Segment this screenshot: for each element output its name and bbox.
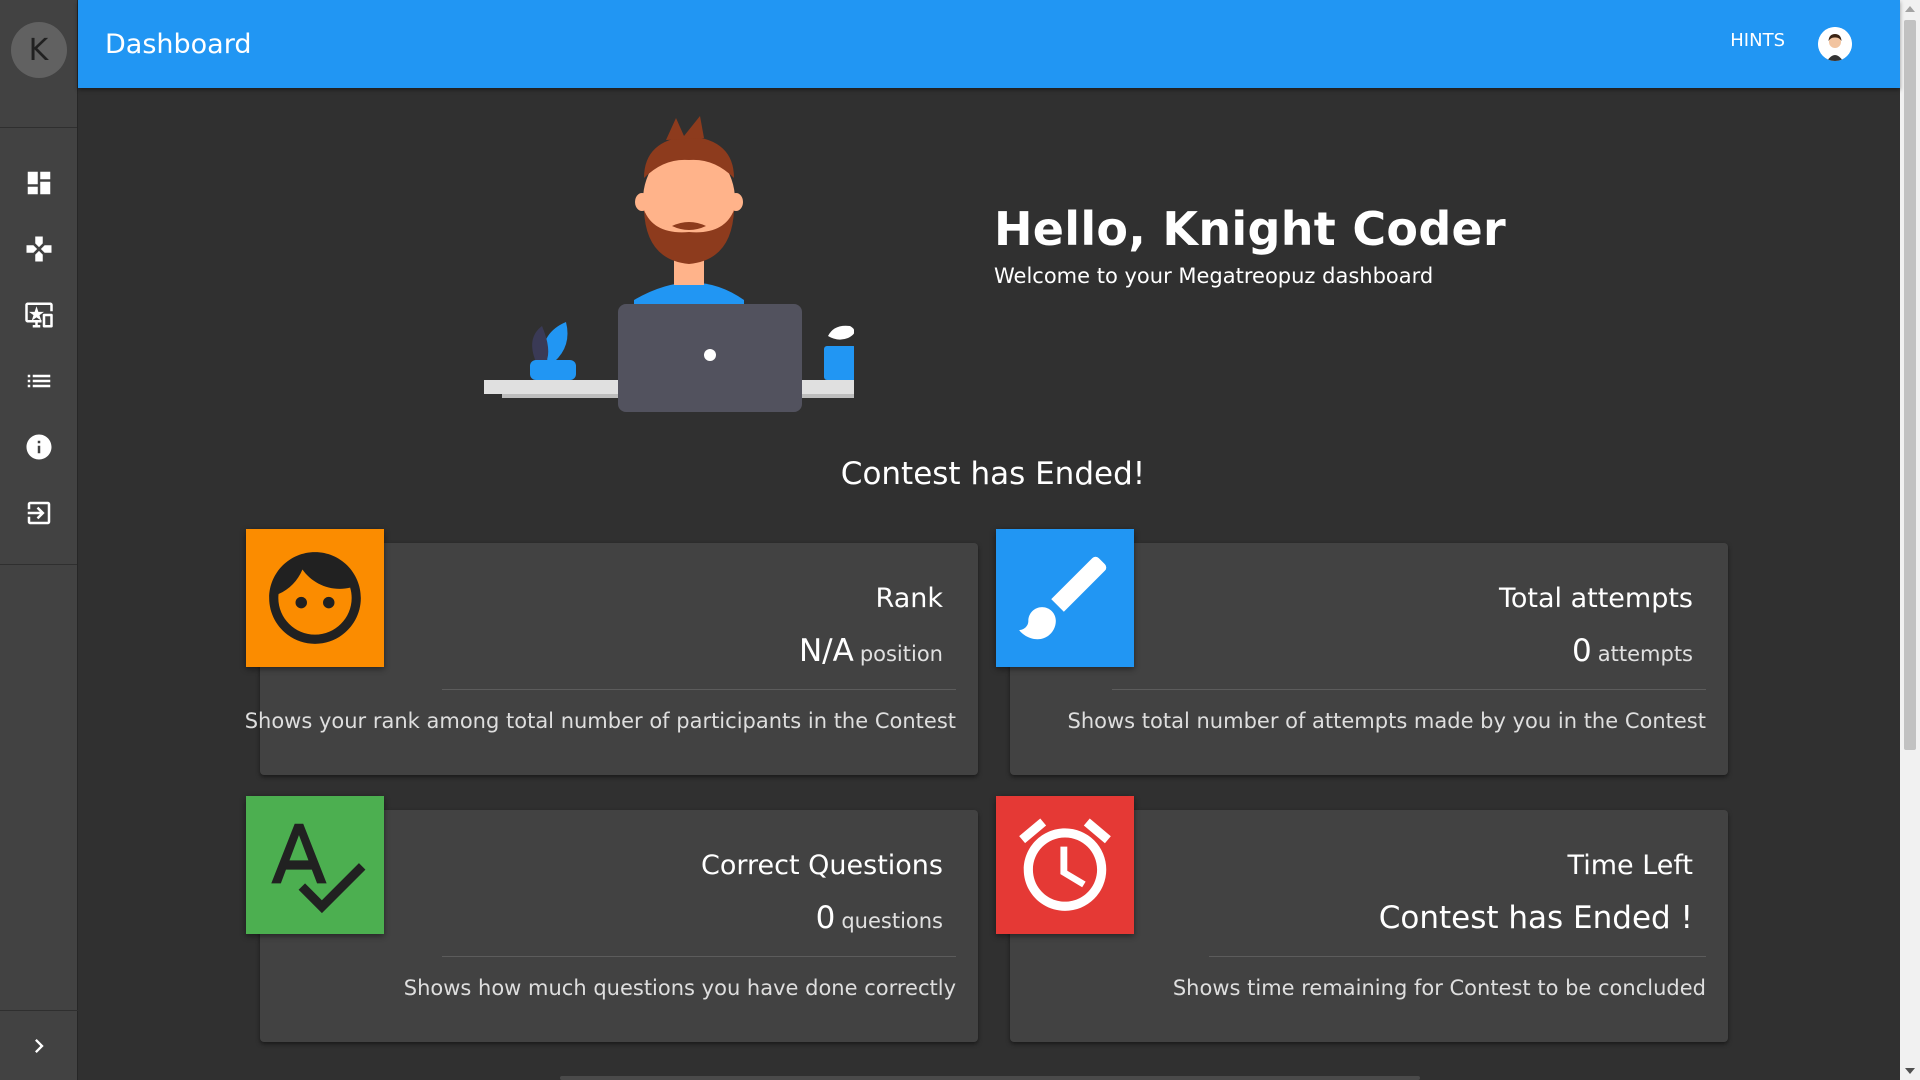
user-avatar-button[interactable] — [1818, 27, 1852, 61]
time-value: Contest has Ended ! — [1378, 900, 1693, 936]
time-left-card: Time Left Contest has Ended ! Shows time… — [996, 796, 1728, 1042]
attempts-description: Shows total number of attempts made by y… — [1067, 709, 1706, 733]
sidebar-nav — [0, 128, 77, 565]
attempts-value-row: 0 attempts — [1572, 633, 1693, 669]
correct-value-row: 0 questions — [816, 900, 943, 936]
chevron-right-icon — [35, 1038, 44, 1053]
greeting-title: Hello, Knight Coder — [994, 202, 1507, 256]
alarm-icon — [1019, 818, 1111, 911]
rank-card: Rank N/A position Shows your rank among t… — [245, 529, 978, 775]
hints-button[interactable]: HINTS — [1730, 30, 1785, 51]
monitor-star-icon — [24, 302, 53, 328]
time-title: Time Left — [1567, 850, 1693, 881]
scroll-up-arrow-icon[interactable] — [1905, 6, 1915, 12]
spellcheck-icon — [271, 823, 366, 914]
correct-divider — [442, 956, 956, 957]
sidebar-collapse-button[interactable] — [0, 1010, 78, 1080]
dashboard-icon — [27, 171, 50, 195]
greeting-block: Hello, Knight Coder Welcome to your Mega… — [994, 202, 1506, 288]
contest-status: Contest has Ended! — [840, 456, 1146, 492]
next-section-edge — [560, 1076, 1420, 1080]
attempts-title: Total attempts — [1498, 583, 1693, 614]
brush-icon — [1019, 556, 1107, 640]
list-icon — [27, 374, 50, 388]
attempts-unit: attempts — [1597, 642, 1693, 666]
main-content: Hello, Knight Coder Welcome to your Mega… — [78, 88, 1900, 1080]
app-bar: Dashboard HINTS — [78, 0, 1900, 88]
developer-illustration — [484, 116, 854, 412]
sidebar-item-leaderboard[interactable] — [0, 282, 77, 348]
scroll-thumb[interactable] — [1904, 20, 1916, 750]
correct-icon-box — [246, 796, 384, 934]
time-divider — [1209, 956, 1706, 957]
correct-value: 0 — [815, 900, 836, 936]
user-avatar-icon — [1818, 27, 1852, 61]
attempts-value: 0 — [1572, 633, 1592, 669]
rank-icon-box — [246, 529, 384, 667]
greeting-subtitle: Welcome to your Megatreopuz dashboard — [994, 264, 1434, 288]
correct-title: Correct Questions — [701, 850, 943, 881]
avatar[interactable]: K — [10, 22, 67, 78]
rank-unit: position — [859, 642, 943, 666]
info-icon — [26, 434, 51, 460]
gamepad-icon — [26, 236, 51, 262]
attempts-icon-box — [996, 529, 1134, 667]
rank-value-row: N/A position — [799, 633, 943, 669]
rank-description: Shows your rank among total number of pa… — [244, 709, 956, 733]
correct-questions-card: Correct Questions 0 questions Shows how m… — [246, 796, 978, 1042]
rank-divider — [442, 689, 956, 690]
rank-value: N/A — [798, 633, 854, 669]
attempts-divider — [1112, 689, 1706, 690]
exit-icon — [27, 501, 50, 525]
correct-unit: questions — [841, 909, 943, 933]
page-title: Dashboard — [105, 28, 252, 60]
time-description: Shows time remaining for Contest to be c… — [1172, 976, 1706, 1000]
page-scrollbar[interactable] — [1900, 0, 1920, 1080]
sidebar: K — [0, 0, 78, 1080]
sidebar-item-dashboard[interactable] — [0, 150, 77, 216]
rank-title: Rank — [875, 583, 943, 614]
sidebar-header: K — [0, 0, 77, 128]
time-icon-box — [996, 796, 1134, 934]
sidebar-item-about[interactable] — [0, 414, 77, 480]
sidebar-item-questions[interactable] — [0, 348, 77, 414]
sidebar-item-logout[interactable] — [0, 480, 77, 546]
face-icon — [269, 552, 361, 644]
correct-description: Shows how much questions you have done c… — [403, 976, 956, 1000]
time-value-row: Contest has Ended ! — [1379, 900, 1693, 936]
sidebar-item-games[interactable] — [0, 216, 77, 282]
attempts-card: Total attempts 0 attempts Shows total num… — [996, 529, 1728, 775]
scroll-down-arrow-icon[interactable] — [1905, 1068, 1915, 1074]
